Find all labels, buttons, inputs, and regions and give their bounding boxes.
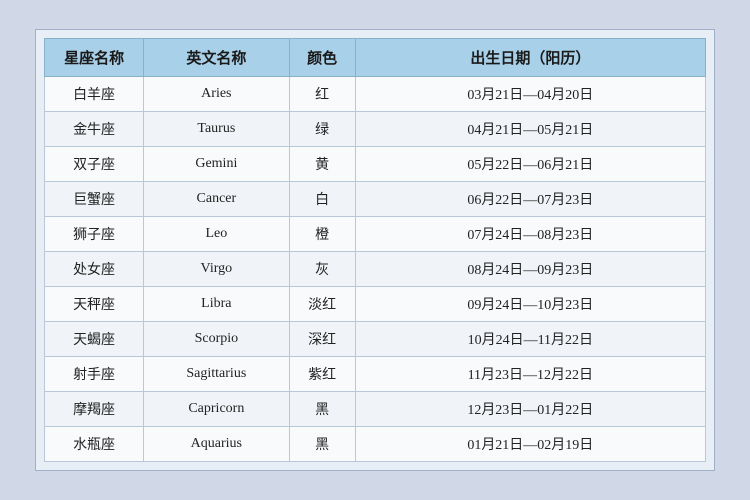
cell-english: Capricorn bbox=[144, 392, 289, 427]
cell-chinese: 狮子座 bbox=[45, 217, 144, 252]
cell-color: 黑 bbox=[289, 427, 355, 462]
table-row: 双子座Gemini黄05月22日—06月21日 bbox=[45, 147, 706, 182]
table-row: 白羊座Aries红03月21日—04月20日 bbox=[45, 77, 706, 112]
cell-color: 黄 bbox=[289, 147, 355, 182]
cell-english: Gemini bbox=[144, 147, 289, 182]
cell-chinese: 天蝎座 bbox=[45, 322, 144, 357]
cell-color: 绿 bbox=[289, 112, 355, 147]
header-english: 英文名称 bbox=[144, 39, 289, 77]
table-row: 摩羯座Capricorn黑12月23日—01月22日 bbox=[45, 392, 706, 427]
cell-color: 黑 bbox=[289, 392, 355, 427]
header-chinese: 星座名称 bbox=[45, 39, 144, 77]
cell-chinese: 水瓶座 bbox=[45, 427, 144, 462]
cell-date: 11月23日—12月22日 bbox=[355, 357, 705, 392]
cell-english: Aries bbox=[144, 77, 289, 112]
cell-date: 03月21日—04月20日 bbox=[355, 77, 705, 112]
cell-chinese: 双子座 bbox=[45, 147, 144, 182]
cell-color: 深红 bbox=[289, 322, 355, 357]
cell-color: 橙 bbox=[289, 217, 355, 252]
table-row: 狮子座Leo橙07月24日—08月23日 bbox=[45, 217, 706, 252]
cell-date: 04月21日—05月21日 bbox=[355, 112, 705, 147]
header-date: 出生日期（阳历） bbox=[355, 39, 705, 77]
cell-color: 灰 bbox=[289, 252, 355, 287]
table-row: 天蝎座Scorpio深红10月24日—11月22日 bbox=[45, 322, 706, 357]
zodiac-table-container: 星座名称 英文名称 颜色 出生日期（阳历） 白羊座Aries红03月21日—04… bbox=[35, 29, 715, 471]
zodiac-table: 星座名称 英文名称 颜色 出生日期（阳历） 白羊座Aries红03月21日—04… bbox=[44, 38, 706, 462]
table-row: 水瓶座Aquarius黑01月21日—02月19日 bbox=[45, 427, 706, 462]
cell-chinese: 巨蟹座 bbox=[45, 182, 144, 217]
cell-date: 07月24日—08月23日 bbox=[355, 217, 705, 252]
cell-color: 红 bbox=[289, 77, 355, 112]
table-row: 天秤座Libra淡红09月24日—10月23日 bbox=[45, 287, 706, 322]
cell-date: 08月24日—09月23日 bbox=[355, 252, 705, 287]
cell-english: Taurus bbox=[144, 112, 289, 147]
table-row: 金牛座Taurus绿04月21日—05月21日 bbox=[45, 112, 706, 147]
cell-english: Scorpio bbox=[144, 322, 289, 357]
header-color: 颜色 bbox=[289, 39, 355, 77]
cell-color: 淡红 bbox=[289, 287, 355, 322]
cell-date: 05月22日—06月21日 bbox=[355, 147, 705, 182]
cell-date: 09月24日—10月23日 bbox=[355, 287, 705, 322]
cell-date: 06月22日—07月23日 bbox=[355, 182, 705, 217]
cell-english: Libra bbox=[144, 287, 289, 322]
table-row: 射手座Sagittarius紫红11月23日—12月22日 bbox=[45, 357, 706, 392]
cell-chinese: 射手座 bbox=[45, 357, 144, 392]
cell-chinese: 摩羯座 bbox=[45, 392, 144, 427]
cell-date: 12月23日—01月22日 bbox=[355, 392, 705, 427]
cell-english: Cancer bbox=[144, 182, 289, 217]
cell-chinese: 白羊座 bbox=[45, 77, 144, 112]
cell-color: 紫红 bbox=[289, 357, 355, 392]
cell-english: Virgo bbox=[144, 252, 289, 287]
cell-english: Sagittarius bbox=[144, 357, 289, 392]
cell-english: Leo bbox=[144, 217, 289, 252]
table-row: 巨蟹座Cancer白06月22日—07月23日 bbox=[45, 182, 706, 217]
cell-date: 01月21日—02月19日 bbox=[355, 427, 705, 462]
cell-chinese: 天秤座 bbox=[45, 287, 144, 322]
cell-english: Aquarius bbox=[144, 427, 289, 462]
cell-chinese: 处女座 bbox=[45, 252, 144, 287]
cell-date: 10月24日—11月22日 bbox=[355, 322, 705, 357]
table-header-row: 星座名称 英文名称 颜色 出生日期（阳历） bbox=[45, 39, 706, 77]
cell-color: 白 bbox=[289, 182, 355, 217]
cell-chinese: 金牛座 bbox=[45, 112, 144, 147]
table-row: 处女座Virgo灰08月24日—09月23日 bbox=[45, 252, 706, 287]
